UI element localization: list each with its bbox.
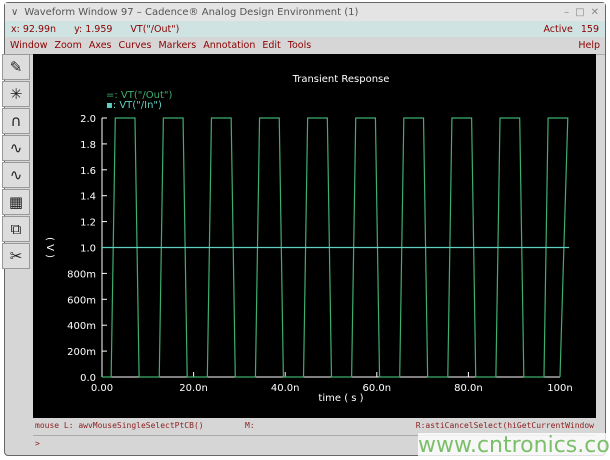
- calculator-icon: ▦: [8, 193, 24, 211]
- y-tick-label: 800m: [67, 269, 96, 280]
- menu-axes[interactable]: Axes: [89, 40, 112, 51]
- arc-icon: ∩: [10, 112, 22, 130]
- cut-window-icon: ✂: [9, 247, 23, 265]
- watermark: www.cntronics.com: [418, 433, 610, 459]
- active-status: Active: [543, 23, 573, 35]
- arc-button[interactable]: ∩: [2, 108, 30, 134]
- mouse-middle-binding: M:: [245, 421, 255, 430]
- y-tick-label: 1.8: [80, 140, 96, 151]
- window-title: Waveform Window 97 – Cadence® Analog Des…: [24, 6, 359, 18]
- legend-entry: ▪: VT("/In"): [106, 100, 162, 111]
- toolbar: ✎ ✳ ∩ ∿ ∿ ▦ ⧉ ✂: [2, 54, 32, 270]
- y-tick-label: 600m: [67, 295, 96, 306]
- plot-area[interactable]: Transient Response time ( s )( V ) 0.0 200m…: [33, 54, 596, 418]
- y-tick-label: 1.6: [80, 166, 96, 177]
- x-tick-label: 100n: [547, 383, 572, 394]
- mouse-binding-bar: mouse L: awvMouseSingleSelectPtCB() M: R…: [33, 419, 596, 432]
- y-readout: y: 1.959: [74, 23, 113, 35]
- y-axis-label: ( V ): [44, 237, 55, 258]
- y-tick-label: 1.4: [80, 192, 96, 203]
- menu-zoom[interactable]: Zoom: [54, 40, 81, 51]
- x-readout: x: 92.99n: [11, 23, 57, 35]
- crosshair-button[interactable]: ✳: [2, 81, 30, 107]
- x-tick-label: 20.0n: [179, 383, 208, 394]
- menu-markers[interactable]: Markers: [158, 40, 196, 51]
- menu-help[interactable]: Help: [578, 40, 600, 51]
- chart-title: Transient Response: [292, 74, 390, 85]
- close-button[interactable]: ✕: [591, 7, 599, 18]
- y-tick-label: 2.0: [80, 114, 96, 125]
- pen-button[interactable]: ✎: [2, 54, 30, 80]
- waveform-b-icon: ∿: [9, 166, 23, 184]
- menu-annotation[interactable]: Annotation: [203, 40, 255, 51]
- x-tick-label: 0.00: [91, 383, 113, 394]
- crosshair-icon: ✳: [9, 85, 23, 103]
- title-bar: ∨ Waveform Window 97 – Cadence® Analog D…: [5, 3, 605, 21]
- waveform-a-icon: ∿: [9, 139, 23, 157]
- menu-window[interactable]: Window: [10, 40, 47, 51]
- mouse-left-binding: mouse L: awvMouseSingleSelectPtCB(): [35, 421, 204, 430]
- cursor-info-bar: x: 92.99n y: 1.959 VT("/Out") Active 159: [5, 21, 605, 37]
- x-axis-label: time ( s ): [318, 393, 363, 404]
- window-menu-icon[interactable]: ∨: [11, 7, 18, 18]
- x-tick-label: 40.0n: [271, 383, 300, 394]
- waveform-a-button[interactable]: ∿: [2, 135, 30, 161]
- calculator-button[interactable]: ▦: [2, 189, 30, 215]
- transient-chart: Transient Responsetime ( s )( V )0.0200m…: [44, 74, 573, 404]
- menu-bar: Window Zoom Axes Curves Markers Annotation Edi…: [5, 37, 605, 55]
- cut-window-button[interactable]: ✂: [2, 243, 30, 269]
- y-tick-label: 1.0: [80, 244, 96, 255]
- y-tick-label: 400m: [67, 321, 96, 332]
- x-tick-label: 60.0n: [362, 383, 391, 394]
- minimize-button[interactable]: –: [564, 7, 569, 18]
- pen-icon: ✎: [9, 58, 23, 76]
- x-tick-label: 80.0n: [454, 383, 483, 394]
- mouse-right-binding: R:astiCancelSelect(hiGetCurrentWindow: [415, 421, 594, 430]
- menu-edit[interactable]: Edit: [262, 40, 280, 51]
- maximize-button[interactable]: □: [575, 7, 584, 18]
- menu-tools[interactable]: Tools: [288, 40, 311, 51]
- copy-window-icon: ⧉: [10, 220, 22, 238]
- copy-window-button[interactable]: ⧉: [2, 216, 30, 242]
- y-tick-label: 1.2: [80, 218, 96, 229]
- trace-readout: VT("/Out"): [130, 23, 180, 35]
- menu-curves[interactable]: Curves: [118, 40, 151, 51]
- window-number: 159: [580, 23, 599, 35]
- y-tick-label: 200m: [67, 347, 96, 358]
- waveform-b-button[interactable]: ∿: [2, 162, 30, 188]
